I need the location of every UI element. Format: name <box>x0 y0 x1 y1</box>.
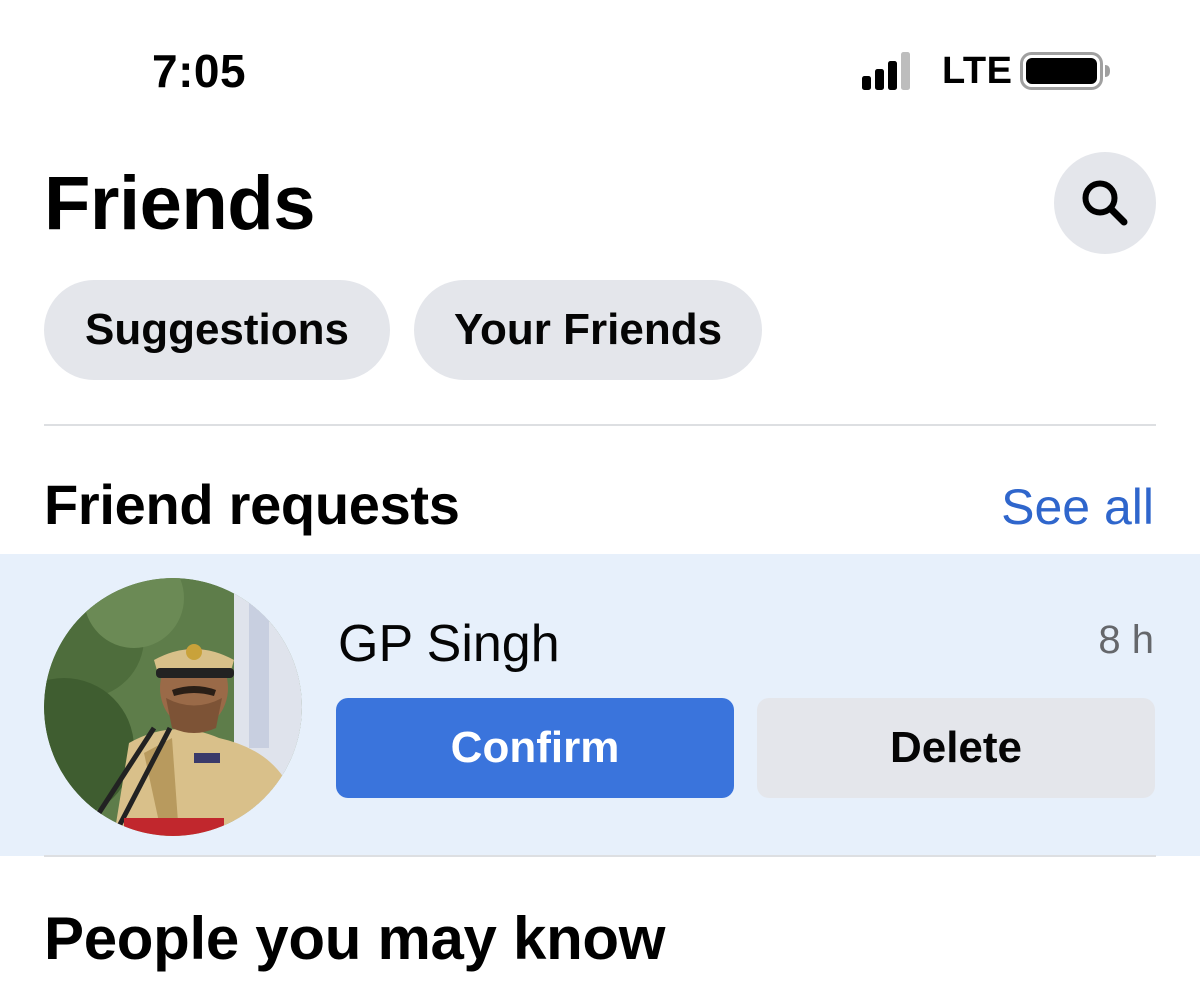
divider <box>44 424 1156 426</box>
request-time: 8 h <box>1098 618 1154 662</box>
divider <box>44 855 1156 857</box>
signal-icon <box>862 52 910 90</box>
tab-your-friends[interactable]: Your Friends <box>414 280 762 380</box>
status-time: 7:05 <box>152 45 247 97</box>
tab-suggestions[interactable]: Suggestions <box>44 280 390 380</box>
people-you-may-know-title: People you may know <box>44 905 666 972</box>
page-title: Friends <box>44 161 316 246</box>
friend-requests-title: Friend requests <box>44 473 460 536</box>
network-type: LTE <box>942 50 1013 92</box>
confirm-button[interactable]: Confirm <box>336 698 734 798</box>
request-name[interactable]: GP Singh <box>338 614 560 674</box>
see-all-link[interactable]: See all <box>1001 478 1154 536</box>
search-icon <box>1082 180 1128 226</box>
delete-button[interactable]: Delete <box>757 698 1155 798</box>
search-button[interactable] <box>1054 152 1156 254</box>
avatar[interactable] <box>44 578 302 836</box>
status-bar: 7:05 LTE <box>0 0 1200 140</box>
battery-icon <box>1020 52 1110 90</box>
